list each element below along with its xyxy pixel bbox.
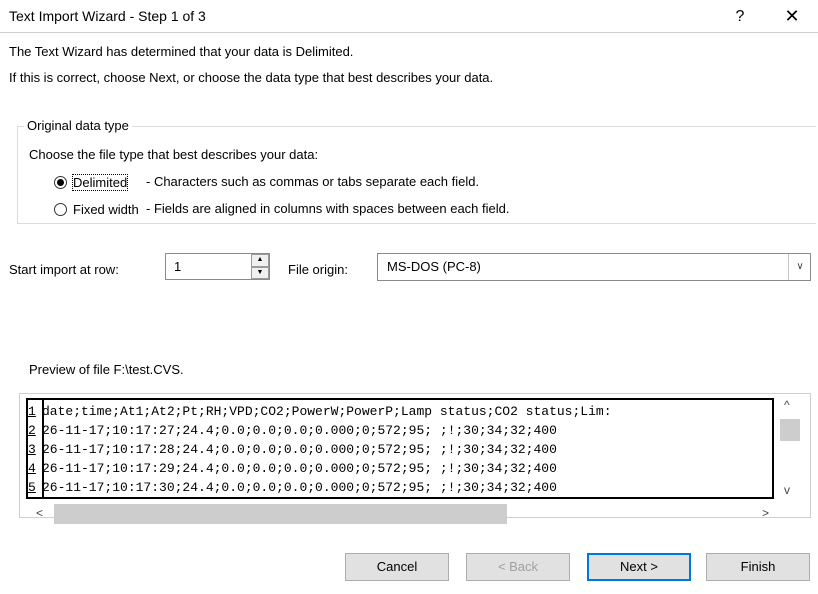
preview-row-number: 2 [28,423,36,438]
back-button[interactable]: < Back [466,553,570,581]
cancel-button[interactable]: Cancel [345,553,449,581]
group-legend: Original data type [24,118,132,133]
spin-down-icon[interactable]: ▼ [251,266,269,279]
file-type-prompt: Choose the file type that best describes… [29,147,319,162]
preview-text-area[interactable]: 1 date;time;At1;At2;Pt;RH;VPD;CO2;PowerW;… [26,398,774,499]
radio-fixed-width-row[interactable]: Fixed width [54,199,149,219]
preview-row: 4 26-11-17;10:17:29;24.4;0.0;0.0;0.0;0.00… [28,459,772,479]
delimited-description: - Characters such as commas or tabs sepa… [146,174,480,189]
preview-row: 5 26-11-17;10:17:30;24.4;0.0;0.0;0.0;0.00… [28,478,772,497]
preview-row-number: 5 [28,480,36,495]
file-origin-label: File origin: [288,262,348,277]
preview-row-number: 3 [28,442,36,457]
vertical-scroll-thumb[interactable] [780,419,800,441]
radio-delimited-label[interactable]: Delimited [71,173,129,191]
scroll-up-icon[interactable]: ^ [784,398,790,412]
radio-fixed-width-label[interactable]: Fixed width [73,202,139,217]
fixed-width-description: - Fields are aligned in columns with spa… [146,201,510,216]
preview-row-text: 26-11-17;10:17:27;24.4;0.0;0.0;0.0;0.000… [42,423,557,438]
help-button[interactable]: ? [724,4,756,30]
next-button[interactable]: Next > [587,553,691,581]
preview-row: 3 26-11-17;10:17:28;24.4;0.0;0.0;0.0;0.00… [28,440,772,460]
preview-row: 1 date;time;At1;At2;Pt;RH;VPD;CO2;PowerW;… [28,402,772,422]
preview-row-number: 4 [28,461,36,476]
preview-row-number: 1 [28,404,36,419]
scroll-left-icon[interactable]: < [36,506,43,520]
text-import-wizard-dialog: Text Import Wizard - Step 1 of 3 ? ✕ The… [0,0,818,594]
radio-delimited-row[interactable]: Delimited [54,172,137,192]
radio-delimited[interactable] [54,175,67,189]
radio-fixed-width[interactable] [54,202,67,216]
scroll-down-icon[interactable]: v [784,483,790,497]
close-button[interactable]: ✕ [772,2,812,30]
preview-row-text: date;time;At1;At2;Pt;RH;VPD;CO2;PowerW;P… [42,404,612,419]
preview-label: Preview of file F:\test.CVS. [29,362,184,377]
intro-line-2: If this is correct, choose Next, or choo… [9,70,494,85]
preview-row-text: 26-11-17;10:17:28;24.4;0.0;0.0;0.0;0.000… [42,442,557,457]
intro-line-1: The Text Wizard has determined that your… [9,44,354,59]
scroll-right-icon[interactable]: > [762,506,769,520]
chevron-down-icon[interactable]: ∨ [788,254,811,280]
horizontal-scroll-thumb[interactable] [54,504,507,524]
start-row-spinner[interactable]: ▲ ▼ [251,254,269,279]
start-row-label: Start import at row: [9,262,119,277]
dialog-title: Text Import Wizard - Step 1 of 3 [9,8,206,24]
preview-row-text: 26-11-17;10:17:30;24.4;0.0;0.0;0.0;0.000… [42,480,557,495]
file-origin-select[interactable]: MS-DOS (PC-8) [377,253,811,281]
finish-button[interactable]: Finish [706,553,810,581]
preview-row: 2 26-11-17;10:17:27;24.4;0.0;0.0;0.0;0.00… [28,421,772,441]
spin-up-icon[interactable]: ▲ [251,254,269,267]
preview-row-text: 26-11-17;10:17:29;24.4;0.0;0.0;0.0;0.000… [42,461,557,476]
